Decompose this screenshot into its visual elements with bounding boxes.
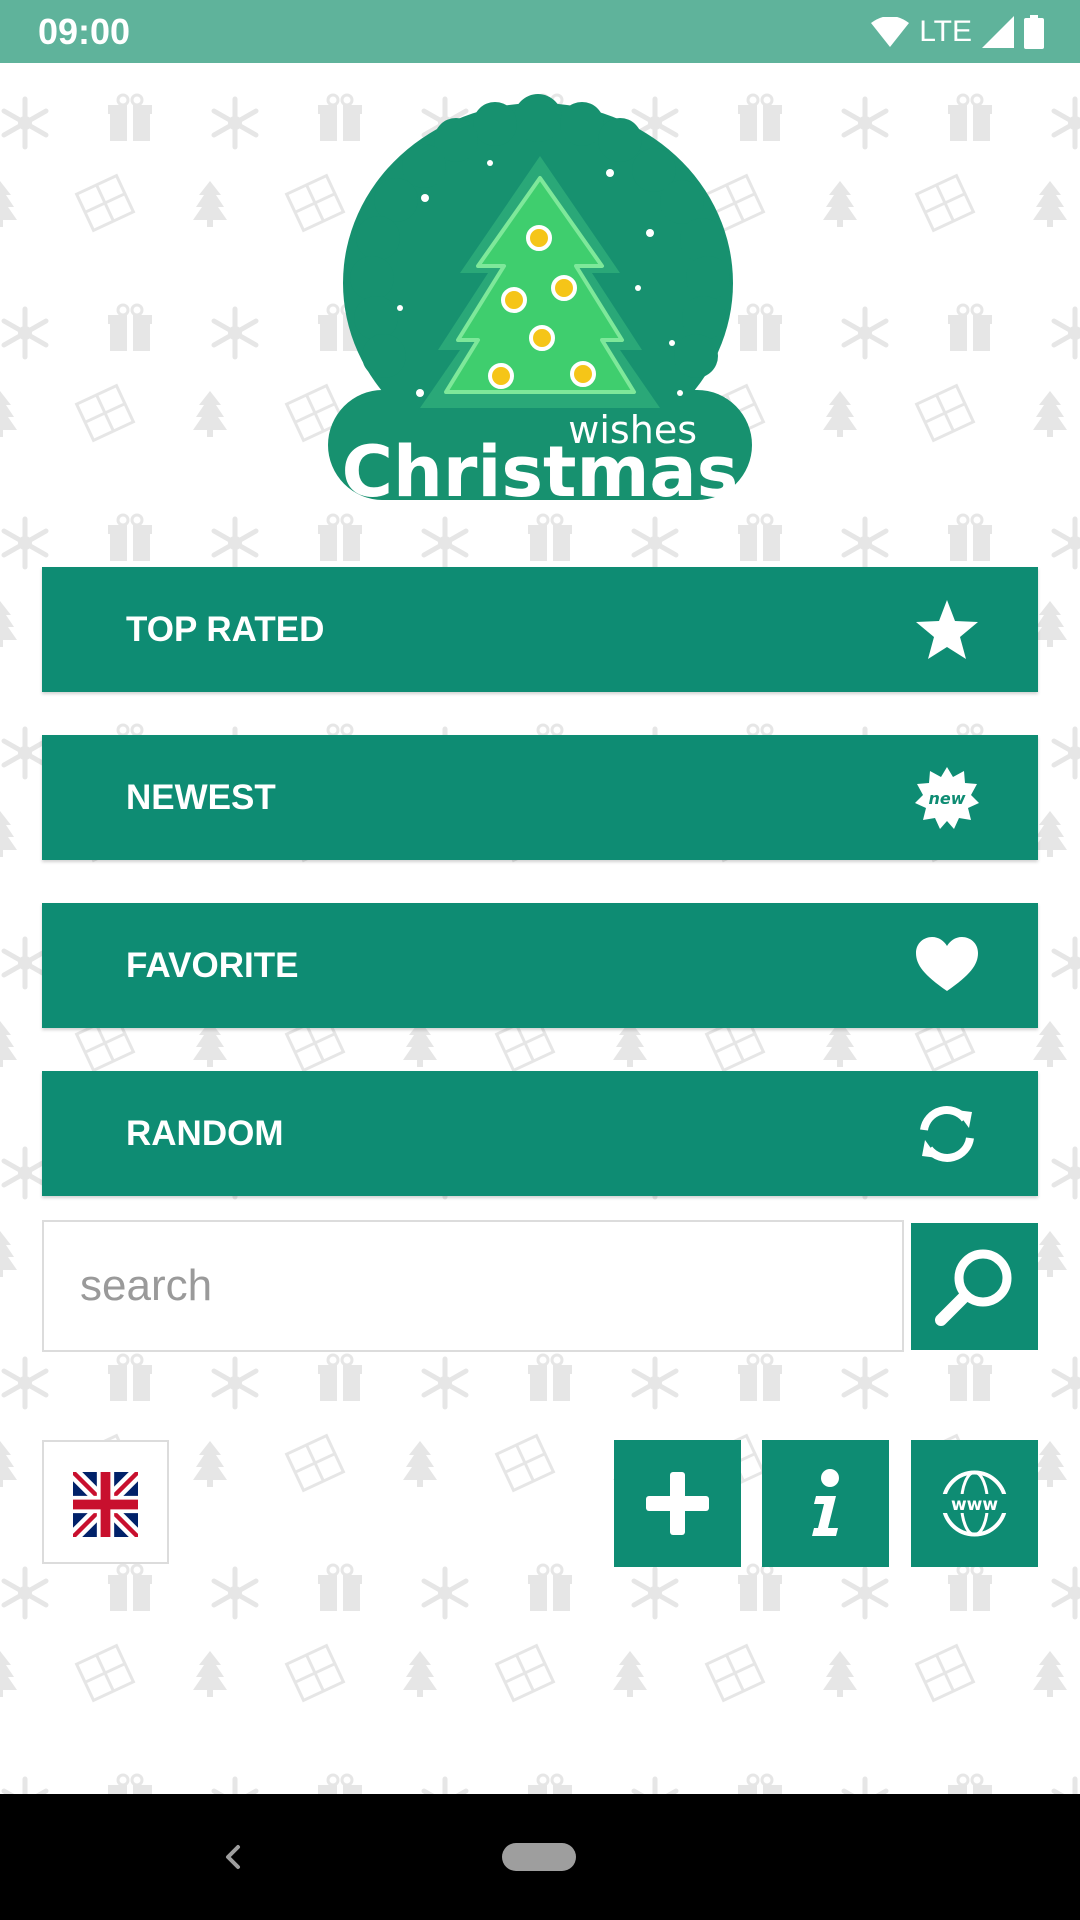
star-icon xyxy=(916,600,978,659)
top-rated-button[interactable]: TOP RATED xyxy=(42,567,1038,692)
status-time: 09:00 xyxy=(38,11,131,52)
search-input[interactable] xyxy=(44,1222,902,1350)
search-button[interactable] xyxy=(911,1223,1038,1350)
cellular-signal-icon xyxy=(982,15,1014,48)
heart-icon xyxy=(916,937,978,991)
info-icon xyxy=(812,1469,839,1536)
new-badge-icon: new xyxy=(915,767,979,829)
refresh-icon xyxy=(920,1106,974,1162)
newest-label: NEWEST xyxy=(126,778,276,817)
status-bar: 09:00 LTE xyxy=(0,0,1080,63)
wifi-icon xyxy=(871,16,910,47)
plus-icon xyxy=(646,1472,709,1535)
favorite-button[interactable]: FAVORITE xyxy=(42,903,1038,1028)
network-type-label: LTE xyxy=(919,15,972,48)
status-icons: LTE xyxy=(871,0,1044,63)
favorite-label: FAVORITE xyxy=(126,946,299,985)
newest-button[interactable]: NEWEST new xyxy=(42,735,1038,860)
info-button[interactable] xyxy=(762,1440,889,1567)
main-content: wishes Christmas TOP RATED NEWEST new FA… xyxy=(0,63,1080,1794)
search-field xyxy=(42,1220,904,1352)
new-badge-text: new xyxy=(928,789,965,808)
search-icon xyxy=(935,1249,1012,1326)
battery-icon xyxy=(1024,14,1044,49)
back-icon[interactable] xyxy=(218,1837,248,1877)
language-button[interactable] xyxy=(42,1440,169,1564)
website-button[interactable]: www xyxy=(911,1440,1038,1567)
christmas-wishes-logo: wishes Christmas xyxy=(328,94,752,513)
navigation-bar xyxy=(0,1794,1080,1920)
uk-flag-icon xyxy=(73,1472,138,1537)
home-button[interactable] xyxy=(502,1843,576,1871)
random-label: RANDOM xyxy=(126,1114,284,1153)
www-text: www xyxy=(951,1495,998,1515)
random-button[interactable]: RANDOM xyxy=(42,1071,1038,1196)
logo-christmas-text: Christmas xyxy=(342,431,739,513)
top-rated-label: TOP RATED xyxy=(126,610,325,649)
add-button[interactable] xyxy=(614,1440,741,1567)
www-globe-icon: www xyxy=(939,1470,1010,1537)
